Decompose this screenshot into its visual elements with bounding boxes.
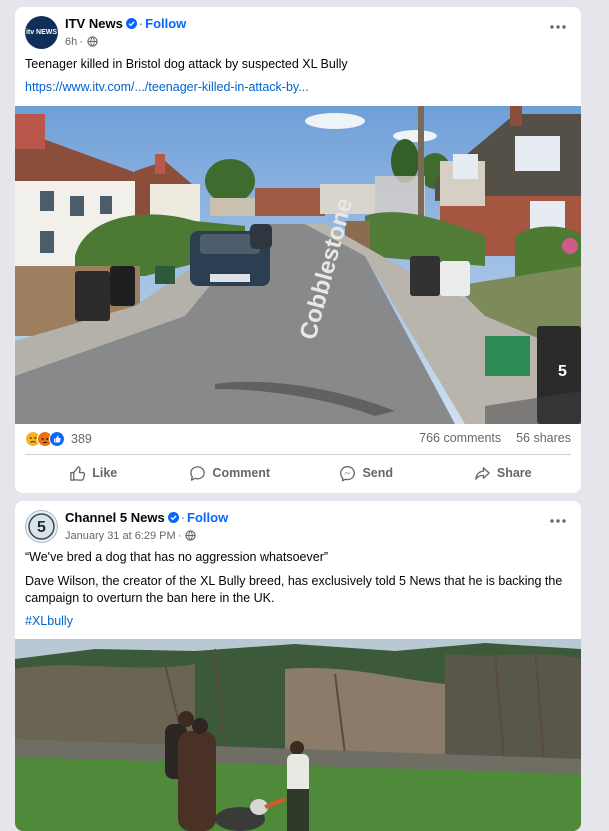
thumbs-up-icon	[70, 465, 86, 481]
separator-dot: ·	[177, 530, 182, 542]
reactions-summary[interactable]: 389	[25, 431, 92, 447]
channel5-logo-icon: 5	[28, 513, 55, 540]
post-header: itv NEWS ITV News · Follow 6h ·	[15, 7, 581, 55]
street-photo[interactable]: Cobblestone 5	[15, 106, 581, 424]
post-itv-news: itv NEWS ITV News · Follow 6h · Teenager ki…	[15, 7, 581, 493]
separator-dot: ·	[180, 510, 186, 525]
like-button[interactable]: Like	[25, 459, 162, 487]
like-label: Like	[92, 466, 118, 480]
post-time[interactable]: 6h	[65, 36, 77, 48]
more-options-icon[interactable]	[549, 23, 567, 31]
author-name[interactable]: ITV News	[65, 16, 123, 31]
verified-badge-icon	[125, 18, 137, 29]
more-options-icon[interactable]	[549, 517, 567, 525]
author-name[interactable]: Channel 5 News	[65, 510, 165, 525]
verified-badge-icon	[167, 512, 179, 523]
send-label: Send	[362, 466, 394, 480]
follow-button[interactable]: Follow	[187, 510, 228, 525]
send-button[interactable]: Send	[298, 459, 435, 487]
bin-number-text: 5	[558, 363, 567, 380]
like-reaction-icon	[49, 431, 65, 447]
reaction-count[interactable]: 389	[71, 432, 92, 446]
avatar[interactable]: itv NEWS	[25, 16, 58, 49]
follow-button[interactable]: Follow	[145, 16, 186, 31]
hashtag-link[interactable]: #XLbully	[25, 613, 571, 630]
actions-divider	[25, 454, 571, 455]
post-channel5-news: 5 Channel 5 News · Follow January 31 at 6:…	[15, 501, 581, 831]
globe-icon	[87, 36, 98, 47]
post-text: Teenager killed in Bristol dog attack by…	[25, 57, 348, 71]
avatar-text: 5	[37, 519, 46, 536]
shares-count[interactable]: 56 shares	[516, 431, 571, 445]
avatar-text: itv NEWS	[25, 28, 58, 36]
comment-button[interactable]: Comment	[162, 459, 299, 487]
separator-dot: ·	[79, 36, 83, 48]
post-body: Dave Wilson, the creator of the XL Bully…	[25, 574, 563, 605]
separator-dot: ·	[138, 16, 144, 31]
messenger-icon	[340, 465, 356, 482]
avatar[interactable]: 5	[25, 510, 58, 543]
post-header: 5 Channel 5 News · Follow January 31 at 6:…	[15, 501, 581, 549]
post-link[interactable]: https://www.itv.com/.../teenager-killed-…	[25, 79, 571, 96]
park-photo[interactable]	[15, 639, 581, 831]
share-label: Share	[496, 466, 532, 480]
share-arrow-icon	[475, 466, 490, 480]
comments-count[interactable]: 766 comments	[419, 431, 501, 445]
comment-label: Comment	[212, 466, 271, 480]
post-time[interactable]: January 31 at 6:29 PM	[65, 530, 176, 542]
share-button[interactable]: Share	[435, 459, 572, 487]
comment-icon	[190, 465, 206, 481]
globe-icon	[185, 530, 197, 541]
post-actions: Like Comment Send Share	[25, 459, 571, 487]
post-quote: “We've bred a dog that has no aggression…	[25, 550, 329, 564]
